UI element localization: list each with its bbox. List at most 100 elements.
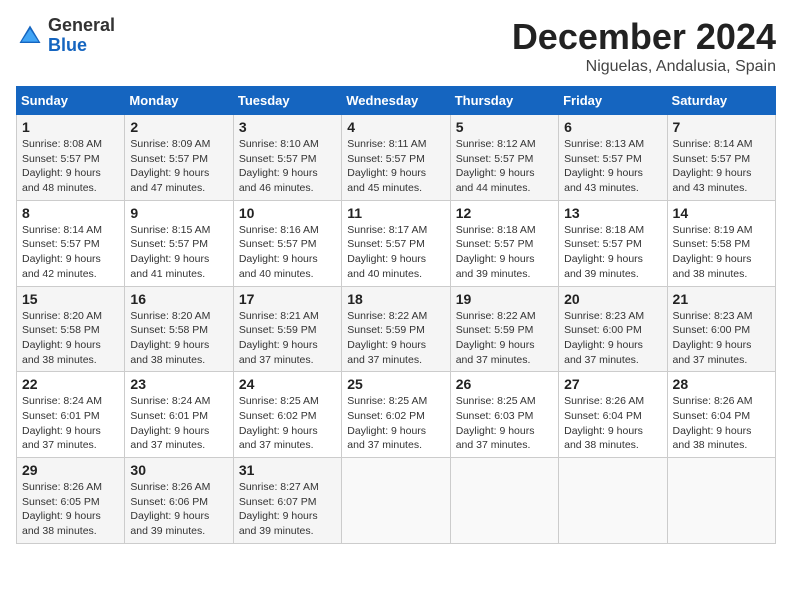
day-info: Sunrise: 8:11 AMSunset: 5:57 PMDaylight:…	[347, 137, 444, 196]
day-number: 13	[564, 205, 661, 221]
day-info: Sunrise: 8:15 AMSunset: 5:57 PMDaylight:…	[130, 223, 227, 282]
calendar-cell: 2 Sunrise: 8:09 AMSunset: 5:57 PMDayligh…	[125, 115, 233, 201]
day-number: 24	[239, 376, 336, 392]
day-info: Sunrise: 8:25 AMSunset: 6:03 PMDaylight:…	[456, 394, 553, 453]
day-number: 30	[130, 462, 227, 478]
day-number: 17	[239, 291, 336, 307]
day-info: Sunrise: 8:12 AMSunset: 5:57 PMDaylight:…	[456, 137, 553, 196]
logo: General Blue	[16, 16, 115, 56]
calendar-week-row: 8 Sunrise: 8:14 AMSunset: 5:57 PMDayligh…	[17, 200, 776, 286]
day-number: 1	[22, 119, 119, 135]
day-info: Sunrise: 8:27 AMSunset: 6:07 PMDaylight:…	[239, 480, 336, 539]
day-number: 5	[456, 119, 553, 135]
day-info: Sunrise: 8:23 AMSunset: 6:00 PMDaylight:…	[673, 309, 770, 368]
day-info: Sunrise: 8:20 AMSunset: 5:58 PMDaylight:…	[22, 309, 119, 368]
day-number: 6	[564, 119, 661, 135]
calendar-header-wednesday: Wednesday	[342, 87, 450, 115]
calendar-cell: 23 Sunrise: 8:24 AMSunset: 6:01 PMDaylig…	[125, 372, 233, 458]
calendar-week-row: 22 Sunrise: 8:24 AMSunset: 6:01 PMDaylig…	[17, 372, 776, 458]
day-number: 25	[347, 376, 444, 392]
day-info: Sunrise: 8:26 AMSunset: 6:04 PMDaylight:…	[564, 394, 661, 453]
day-number: 10	[239, 205, 336, 221]
calendar-cell: 4 Sunrise: 8:11 AMSunset: 5:57 PMDayligh…	[342, 115, 450, 201]
calendar-cell: 5 Sunrise: 8:12 AMSunset: 5:57 PMDayligh…	[450, 115, 558, 201]
logo-icon	[16, 22, 44, 50]
day-number: 31	[239, 462, 336, 478]
day-info: Sunrise: 8:26 AMSunset: 6:05 PMDaylight:…	[22, 480, 119, 539]
calendar-cell: 22 Sunrise: 8:24 AMSunset: 6:01 PMDaylig…	[17, 372, 125, 458]
day-number: 16	[130, 291, 227, 307]
day-info: Sunrise: 8:22 AMSunset: 5:59 PMDaylight:…	[347, 309, 444, 368]
calendar-header-saturday: Saturday	[667, 87, 775, 115]
day-number: 21	[673, 291, 770, 307]
calendar-cell	[342, 458, 450, 544]
calendar-cell: 15 Sunrise: 8:20 AMSunset: 5:58 PMDaylig…	[17, 286, 125, 372]
calendar-cell: 13 Sunrise: 8:18 AMSunset: 5:57 PMDaylig…	[559, 200, 667, 286]
day-number: 8	[22, 205, 119, 221]
calendar-header-friday: Friday	[559, 87, 667, 115]
calendar-body: 1 Sunrise: 8:08 AMSunset: 5:57 PMDayligh…	[17, 115, 776, 544]
day-info: Sunrise: 8:24 AMSunset: 6:01 PMDaylight:…	[22, 394, 119, 453]
calendar-cell: 11 Sunrise: 8:17 AMSunset: 5:57 PMDaylig…	[342, 200, 450, 286]
day-info: Sunrise: 8:16 AMSunset: 5:57 PMDaylight:…	[239, 223, 336, 282]
calendar-week-row: 1 Sunrise: 8:08 AMSunset: 5:57 PMDayligh…	[17, 115, 776, 201]
day-number: 15	[22, 291, 119, 307]
day-number: 20	[564, 291, 661, 307]
day-info: Sunrise: 8:09 AMSunset: 5:57 PMDaylight:…	[130, 137, 227, 196]
calendar-cell: 24 Sunrise: 8:25 AMSunset: 6:02 PMDaylig…	[233, 372, 341, 458]
day-info: Sunrise: 8:21 AMSunset: 5:59 PMDaylight:…	[239, 309, 336, 368]
calendar-cell: 21 Sunrise: 8:23 AMSunset: 6:00 PMDaylig…	[667, 286, 775, 372]
day-number: 19	[456, 291, 553, 307]
calendar-cell: 16 Sunrise: 8:20 AMSunset: 5:58 PMDaylig…	[125, 286, 233, 372]
calendar-cell: 12 Sunrise: 8:18 AMSunset: 5:57 PMDaylig…	[450, 200, 558, 286]
logo-text: General Blue	[48, 16, 115, 56]
calendar-cell: 30 Sunrise: 8:26 AMSunset: 6:06 PMDaylig…	[125, 458, 233, 544]
day-info: Sunrise: 8:18 AMSunset: 5:57 PMDaylight:…	[456, 223, 553, 282]
calendar-cell	[667, 458, 775, 544]
day-info: Sunrise: 8:14 AMSunset: 5:57 PMDaylight:…	[22, 223, 119, 282]
month-title: December 2024	[512, 16, 776, 58]
day-info: Sunrise: 8:13 AMSunset: 5:57 PMDaylight:…	[564, 137, 661, 196]
calendar-cell: 3 Sunrise: 8:10 AMSunset: 5:57 PMDayligh…	[233, 115, 341, 201]
location-title: Niguelas, Andalusia, Spain	[512, 58, 776, 76]
day-number: 23	[130, 376, 227, 392]
calendar-week-row: 29 Sunrise: 8:26 AMSunset: 6:05 PMDaylig…	[17, 458, 776, 544]
day-number: 22	[22, 376, 119, 392]
day-info: Sunrise: 8:20 AMSunset: 5:58 PMDaylight:…	[130, 309, 227, 368]
calendar-header-monday: Monday	[125, 87, 233, 115]
day-number: 28	[673, 376, 770, 392]
day-number: 2	[130, 119, 227, 135]
day-info: Sunrise: 8:18 AMSunset: 5:57 PMDaylight:…	[564, 223, 661, 282]
day-number: 18	[347, 291, 444, 307]
day-info: Sunrise: 8:22 AMSunset: 5:59 PMDaylight:…	[456, 309, 553, 368]
calendar-cell: 10 Sunrise: 8:16 AMSunset: 5:57 PMDaylig…	[233, 200, 341, 286]
calendar-cell: 19 Sunrise: 8:22 AMSunset: 5:59 PMDaylig…	[450, 286, 558, 372]
day-number: 11	[347, 205, 444, 221]
calendar-cell: 8 Sunrise: 8:14 AMSunset: 5:57 PMDayligh…	[17, 200, 125, 286]
calendar-cell: 6 Sunrise: 8:13 AMSunset: 5:57 PMDayligh…	[559, 115, 667, 201]
calendar-cell	[559, 458, 667, 544]
day-number: 3	[239, 119, 336, 135]
day-info: Sunrise: 8:25 AMSunset: 6:02 PMDaylight:…	[239, 394, 336, 453]
day-info: Sunrise: 8:23 AMSunset: 6:00 PMDaylight:…	[564, 309, 661, 368]
calendar-header-tuesday: Tuesday	[233, 87, 341, 115]
day-number: 14	[673, 205, 770, 221]
day-info: Sunrise: 8:25 AMSunset: 6:02 PMDaylight:…	[347, 394, 444, 453]
logo-general: General	[48, 15, 115, 35]
calendar-cell: 1 Sunrise: 8:08 AMSunset: 5:57 PMDayligh…	[17, 115, 125, 201]
calendar-cell: 29 Sunrise: 8:26 AMSunset: 6:05 PMDaylig…	[17, 458, 125, 544]
calendar-cell: 17 Sunrise: 8:21 AMSunset: 5:59 PMDaylig…	[233, 286, 341, 372]
page-header: General Blue December 2024 Niguelas, And…	[16, 16, 776, 76]
calendar-cell: 9 Sunrise: 8:15 AMSunset: 5:57 PMDayligh…	[125, 200, 233, 286]
day-number: 4	[347, 119, 444, 135]
day-number: 7	[673, 119, 770, 135]
calendar-cell: 7 Sunrise: 8:14 AMSunset: 5:57 PMDayligh…	[667, 115, 775, 201]
day-number: 27	[564, 376, 661, 392]
day-info: Sunrise: 8:10 AMSunset: 5:57 PMDaylight:…	[239, 137, 336, 196]
day-info: Sunrise: 8:08 AMSunset: 5:57 PMDaylight:…	[22, 137, 119, 196]
day-info: Sunrise: 8:26 AMSunset: 6:04 PMDaylight:…	[673, 394, 770, 453]
calendar-week-row: 15 Sunrise: 8:20 AMSunset: 5:58 PMDaylig…	[17, 286, 776, 372]
calendar-cell: 14 Sunrise: 8:19 AMSunset: 5:58 PMDaylig…	[667, 200, 775, 286]
calendar-cell: 27 Sunrise: 8:26 AMSunset: 6:04 PMDaylig…	[559, 372, 667, 458]
calendar-cell: 18 Sunrise: 8:22 AMSunset: 5:59 PMDaylig…	[342, 286, 450, 372]
